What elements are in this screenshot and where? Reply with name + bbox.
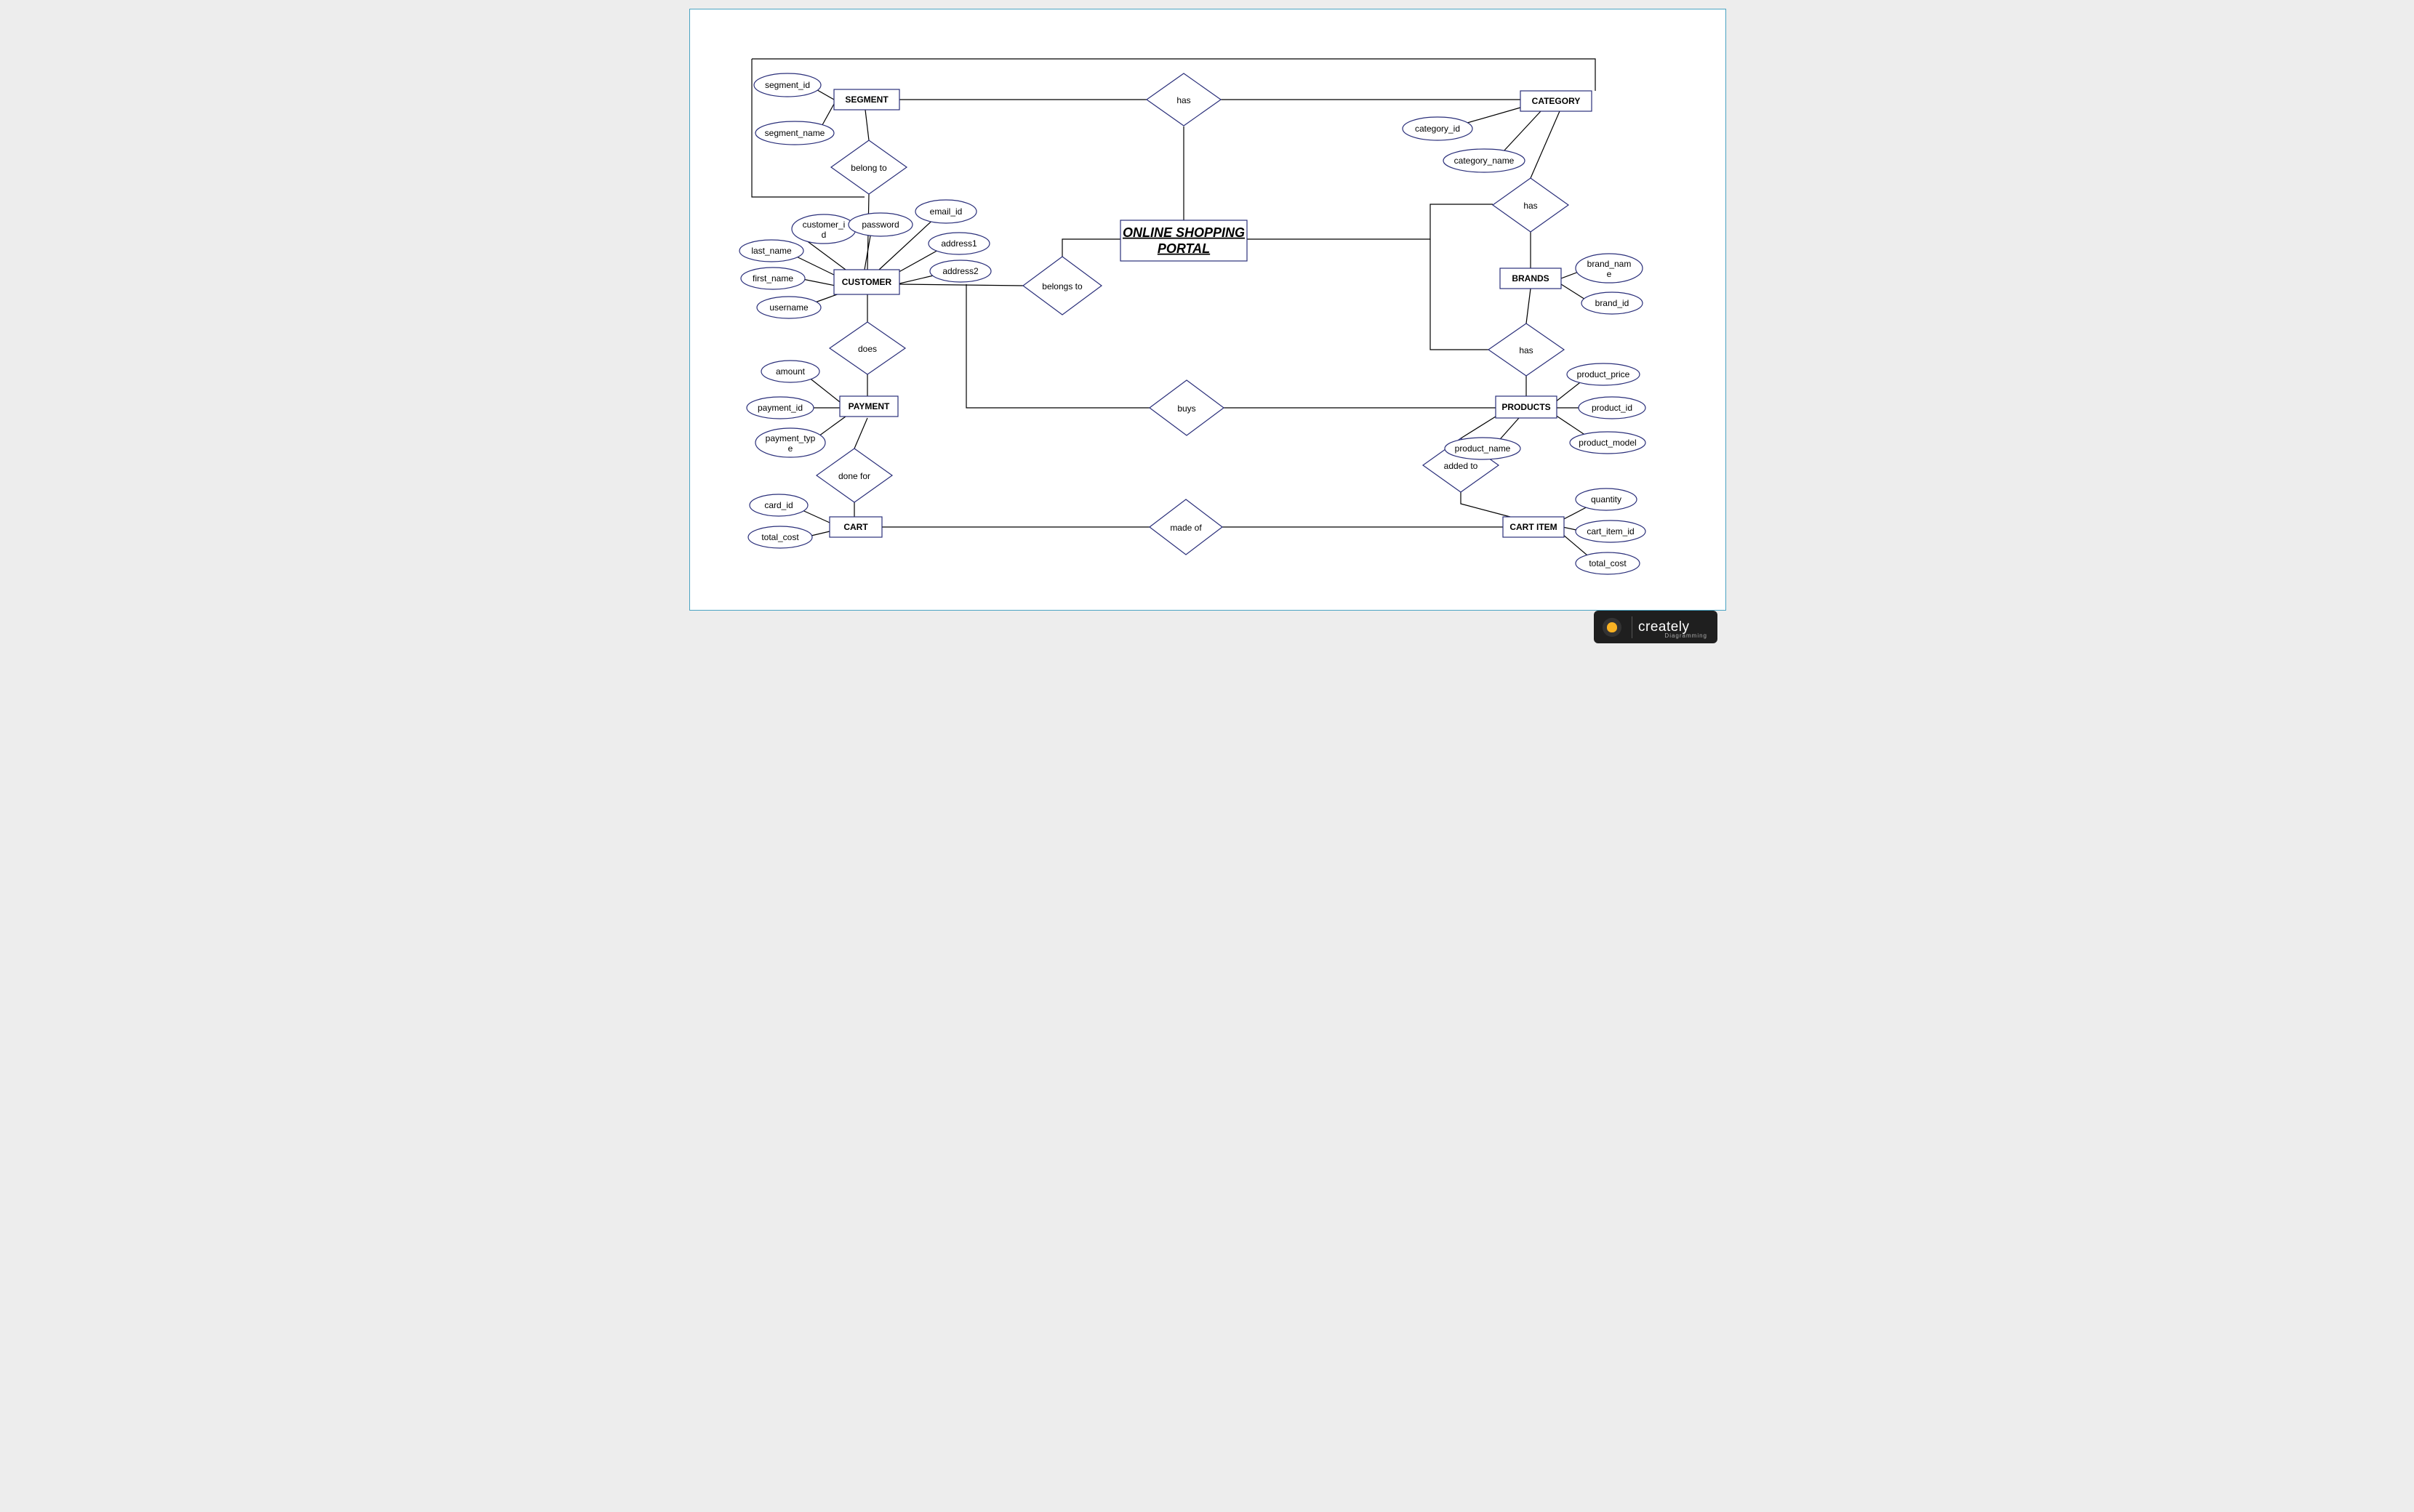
page: ONLINE SHOPPING PORTAL SEGMENT CATEGORY … [681, 0, 1733, 654]
attr-product-name: product_name [1445, 438, 1520, 459]
svg-text:brand_nam: brand_nam [1587, 259, 1632, 269]
attr-brand-id: brand_id [1581, 292, 1643, 314]
attr-email-id: email_id [915, 200, 977, 223]
logo-subtext: Diagramming [1664, 632, 1707, 639]
creately-logo: creately Diagramming [1594, 611, 1717, 643]
svg-text:address1: address1 [941, 238, 977, 249]
entity-customer: CUSTOMER [834, 270, 899, 294]
svg-text:first_name: first_name [753, 273, 793, 284]
svg-text:has: has [1523, 201, 1537, 211]
er-diagram-svg: ONLINE SHOPPING PORTAL SEGMENT CATEGORY … [690, 9, 1725, 610]
svg-text:amount: amount [776, 366, 806, 377]
svg-text:category_name: category_name [1454, 156, 1515, 166]
svg-text:done for: done for [838, 471, 870, 481]
attr-quantity: quantity [1576, 488, 1637, 510]
entity-brands: BRANDS [1500, 268, 1561, 289]
attr-card-id: card_id [750, 494, 808, 516]
entity-cart-item: CART ITEM [1503, 517, 1564, 537]
svg-text:made of: made of [1170, 523, 1202, 533]
svg-text:does: does [858, 344, 877, 354]
rel-made-of: made of [1150, 499, 1222, 555]
attr-username: username [757, 297, 821, 318]
attr-amount: amount [761, 361, 819, 382]
svg-text:email_id: email_id [930, 206, 963, 217]
svg-text:has: has [1176, 95, 1190, 105]
rel-has-top: has [1147, 73, 1221, 126]
attr-payment-id: payment_id [747, 397, 814, 419]
svg-text:product_id: product_id [1592, 403, 1632, 413]
svg-text:address2: address2 [942, 266, 979, 276]
attr-first-name: first_name [741, 268, 805, 289]
rel-buys: buys [1150, 380, 1224, 435]
attr-customer-id: customer_id [792, 214, 856, 244]
svg-text:last_name: last_name [751, 246, 792, 256]
svg-text:payment_typ: payment_typ [766, 433, 816, 443]
attr-total-cost: total_cost [748, 526, 812, 548]
svg-text:buys: buys [1177, 403, 1195, 414]
attr-brand-name: brand_name [1576, 254, 1643, 283]
title-line2: PORTAL [1158, 241, 1210, 256]
svg-text:PRODUCTS: PRODUCTS [1501, 402, 1550, 412]
svg-text:BRANDS: BRANDS [1512, 273, 1549, 284]
svg-text:CUSTOMER: CUSTOMER [842, 277, 892, 287]
svg-text:added to: added to [1444, 461, 1478, 471]
rel-does: does [830, 322, 905, 374]
svg-text:customer_i: customer_i [803, 220, 846, 230]
attr-total-cost2: total_cost [1576, 552, 1640, 574]
svg-text:product_model: product_model [1579, 438, 1636, 448]
svg-text:belongs to: belongs to [1042, 281, 1083, 291]
attr-category-name: category_name [1443, 149, 1525, 172]
svg-text:product_name: product_name [1455, 443, 1511, 454]
attr-address2: address2 [930, 260, 991, 282]
svg-text:payment_id: payment_id [758, 403, 803, 413]
title-line1: ONLINE SHOPPING [1123, 225, 1245, 240]
entity-products: PRODUCTS [1496, 396, 1557, 418]
attr-product-id: product_id [1579, 397, 1645, 419]
attr-product-price: product_price [1567, 363, 1640, 385]
attr-address1: address1 [929, 233, 990, 254]
svg-text:belong to: belong to [851, 163, 887, 173]
attr-last-name: last_name [739, 240, 803, 262]
svg-text:segment_name: segment_name [765, 128, 825, 138]
svg-text:CART: CART [843, 522, 868, 532]
attr-password: password [849, 213, 913, 236]
svg-text:segment_id: segment_id [765, 80, 810, 90]
attr-product-model: product_model [1570, 432, 1645, 454]
svg-text:total_cost: total_cost [1589, 558, 1627, 568]
svg-text:CART ITEM: CART ITEM [1509, 522, 1557, 532]
svg-text:product_price: product_price [1577, 369, 1630, 379]
rel-belong-to: belong to [831, 140, 907, 194]
svg-text:brand_id: brand_id [1595, 298, 1629, 308]
svg-text:d: d [822, 230, 827, 240]
svg-text:total_cost: total_cost [761, 532, 799, 542]
rel-belongs-to: belongs to [1023, 257, 1102, 315]
svg-text:e: e [1607, 269, 1612, 279]
rel-has-brand-prod: has [1488, 323, 1564, 376]
svg-text:CATEGORY: CATEGORY [1532, 96, 1581, 106]
svg-text:quantity: quantity [1591, 494, 1621, 504]
diagram-canvas: ONLINE SHOPPING PORTAL SEGMENT CATEGORY … [689, 9, 1726, 611]
svg-text:cart_item_id: cart_item_id [1587, 526, 1634, 536]
rel-done-for: done for [817, 449, 892, 502]
svg-text:username: username [769, 302, 809, 313]
attr-segment-id: segment_id [754, 73, 821, 97]
svg-text:SEGMENT: SEGMENT [845, 94, 889, 105]
attr-segment-name: segment_name [755, 121, 834, 145]
svg-text:category_id: category_id [1415, 124, 1460, 134]
svg-text:has: has [1519, 345, 1533, 355]
svg-text:card_id: card_id [764, 500, 793, 510]
entity-cart: CART [830, 517, 882, 537]
attr-payment-type: payment_type [755, 428, 825, 457]
attr-category-id: category_id [1403, 117, 1472, 140]
bulb-icon [1603, 618, 1621, 637]
svg-text:e: e [788, 443, 793, 454]
svg-text:PAYMENT: PAYMENT [849, 401, 890, 411]
rel-has-cat-brand: has [1493, 178, 1568, 232]
attr-cart-item-id: cart_item_id [1576, 520, 1645, 542]
entity-category: CATEGORY [1520, 91, 1592, 111]
entity-payment: PAYMENT [840, 396, 898, 417]
svg-text:password: password [862, 220, 899, 230]
entity-segment: SEGMENT [834, 89, 899, 110]
